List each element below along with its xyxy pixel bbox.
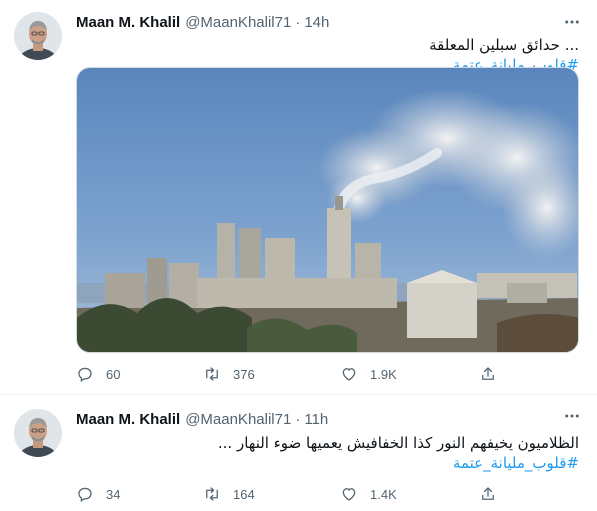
- tweet-media-image[interactable]: [76, 67, 579, 353]
- like-button[interactable]: 1.9K: [340, 364, 397, 384]
- avatar[interactable]: [14, 12, 62, 60]
- reply-icon: [78, 487, 92, 502]
- timestamp[interactable]: 11h: [304, 411, 328, 428]
- more-horizontal-icon: [565, 20, 579, 24]
- avatar[interactable]: [14, 409, 62, 457]
- retweet-button[interactable]: 376: [203, 364, 255, 384]
- separator-dot: ·: [295, 13, 301, 31]
- factory-photo: [77, 68, 578, 352]
- tweet-text-line: الظلاميون يخيفهم النور كذا الخفافيش يعمي…: [217, 434, 579, 452]
- tweet-actions: 60 376 1.9K: [76, 364, 506, 384]
- tweet-header: Maan M. Khalil @MaanKhalil71 · 14h: [76, 12, 329, 32]
- like-button[interactable]: 1.4K: [340, 484, 397, 504]
- tweet-text-line: ... حدائق سبلين المعلقة: [429, 36, 579, 54]
- reply-icon: [78, 367, 92, 382]
- retweet-count: 376: [233, 366, 255, 382]
- share-icon: [482, 487, 494, 500]
- retweet-button[interactable]: 164: [203, 484, 255, 504]
- share-button[interactable]: [479, 484, 497, 504]
- share-button[interactable]: [479, 364, 497, 384]
- more-options-button[interactable]: [561, 406, 583, 426]
- retweet-icon: [206, 367, 218, 381]
- heart-icon: [342, 368, 356, 381]
- more-options-button[interactable]: [561, 12, 583, 32]
- reply-count: 34: [106, 486, 121, 502]
- retweet-count: 164: [233, 486, 255, 502]
- timestamp[interactable]: 14h: [304, 14, 329, 31]
- like-count: 1.9K: [370, 366, 397, 382]
- tweet-actions: 34 164 1.4K: [76, 484, 506, 504]
- author-name[interactable]: Maan M. Khalil: [76, 411, 180, 428]
- reply-button[interactable]: 60: [76, 364, 120, 384]
- like-count: 1.4K: [370, 486, 397, 502]
- tweet[interactable]: Maan M. Khalil @MaanKhalil71 · 11h الظلا…: [0, 396, 597, 511]
- tweet[interactable]: Maan M. Khalil @MaanKhalil71 · 14h ... ح…: [0, 0, 597, 395]
- author-name[interactable]: Maan M. Khalil: [76, 14, 180, 31]
- hashtag-link[interactable]: #قلوب_مليانة_عتمة: [76, 453, 579, 473]
- more-horizontal-icon: [565, 414, 579, 418]
- tweet-header: Maan M. Khalil @MaanKhalil71 · 11h: [76, 409, 328, 429]
- author-handle[interactable]: @MaanKhalil71: [185, 411, 291, 428]
- author-handle[interactable]: @MaanKhalil71: [185, 14, 291, 31]
- separator-dot: ·: [295, 410, 301, 428]
- reply-button[interactable]: 34: [76, 484, 120, 504]
- avatar-image: [14, 409, 62, 457]
- tweet-text: الظلاميون يخيفهم النور كذا الخفافيش يعمي…: [76, 433, 579, 473]
- heart-icon: [342, 488, 356, 501]
- share-icon: [482, 367, 494, 380]
- retweet-icon: [206, 487, 218, 501]
- reply-count: 60: [106, 366, 121, 382]
- avatar-image: [14, 12, 62, 60]
